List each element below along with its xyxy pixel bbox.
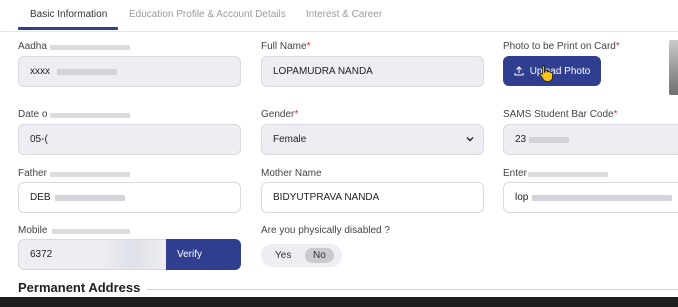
mother-name-field[interactable]: BIDYUTPRAVA NANDA [261, 182, 484, 213]
redaction-bar [50, 113, 130, 118]
sams-label: SAMS Student Bar Code* [503, 109, 618, 120]
dob-field[interactable]: 05-( [18, 124, 241, 155]
active-tab-indicator [18, 27, 118, 30]
father-name-value: DEB [30, 192, 51, 203]
redaction-blur [55, 195, 125, 201]
chevron-down-icon [466, 137, 474, 142]
redaction-bar [52, 229, 130, 234]
dob-value: 05-( [30, 134, 48, 145]
gender-label: Gender* [261, 109, 299, 120]
sams-field[interactable]: 23 [503, 124, 678, 155]
dob-label: Date o [18, 109, 48, 120]
disabled-no-option[interactable]: No [305, 248, 334, 263]
redaction-bar [50, 45, 130, 50]
redaction-blur [529, 137, 569, 143]
email-value: lop [515, 192, 529, 203]
disabled-label: Are you physically disabled ? [261, 225, 390, 236]
redaction-blur [100, 240, 166, 269]
aadhaar-field[interactable]: xxxx [18, 56, 241, 87]
section-divider [147, 289, 678, 290]
redaction-bar [50, 172, 130, 177]
mother-name-value: BIDYUTPRAVA NANDA [273, 192, 380, 203]
gender-select[interactable]: Female [261, 124, 484, 155]
tab-interest-career[interactable]: Interest & Career [306, 9, 382, 20]
tab-education-profile[interactable]: Education Profile & Account Details [129, 9, 286, 20]
photo-label: Photo to be Print on Card* [503, 41, 620, 52]
verify-button[interactable]: Verify [166, 239, 241, 270]
full-name-label: Full Name* [261, 41, 311, 52]
redaction-bar [528, 172, 608, 177]
tab-bar: Basic Information Education Profile & Ac… [0, 0, 678, 32]
redaction-blur [532, 195, 672, 201]
disabled-toggle: Yes No [261, 244, 342, 267]
father-label: Father [18, 168, 47, 179]
email-field[interactable]: lop [503, 182, 678, 213]
email-label: Enter [503, 168, 527, 179]
mobile-label: Mobile [18, 225, 48, 236]
upload-icon [514, 66, 524, 76]
mobile-value: 6372 [30, 249, 53, 260]
disabled-yes-option[interactable]: Yes [267, 248, 299, 263]
sams-value: 23 [515, 134, 527, 145]
redaction-blur [57, 69, 117, 75]
full-name-value: LOPAMUDRA NANDA [273, 66, 373, 77]
hand-cursor-icon [539, 65, 554, 82]
father-name-field[interactable]: DEB [18, 182, 241, 213]
aadhaar-value: xxxx [30, 66, 50, 77]
section-title: Permanent Address [18, 280, 141, 295]
mother-name-label: Mother Name [261, 168, 322, 179]
bottom-band [0, 297, 678, 307]
aadhaar-label: Aadha [18, 41, 47, 52]
photo-preview [669, 40, 678, 95]
tab-basic-information[interactable]: Basic Information [30, 9, 107, 20]
full-name-field[interactable]: LOPAMUDRA NANDA [261, 56, 484, 87]
gender-value: Female [273, 134, 307, 145]
